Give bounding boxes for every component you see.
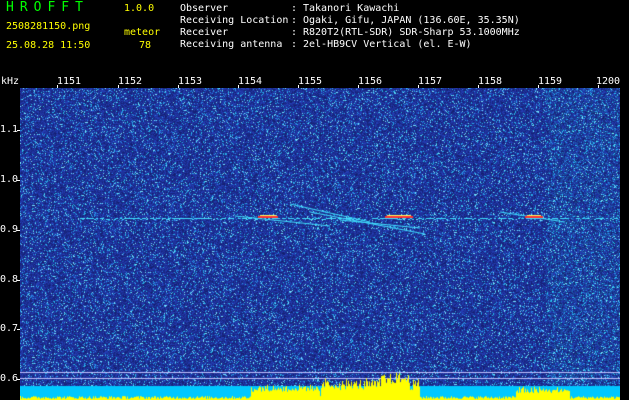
y-tick-label: 0.7 xyxy=(0,323,19,334)
x-tick-label: 1153 xyxy=(178,76,203,87)
date-time: 25.08.28 11:50 xyxy=(6,40,91,51)
location-label: Receiving Location xyxy=(180,15,289,26)
x-tick-label: 1151 xyxy=(57,76,82,87)
colon-separator: : xyxy=(291,15,298,26)
y-tick-label: 0.6 xyxy=(0,373,19,384)
y-tick-label: 1.0 xyxy=(0,174,19,185)
x-tick-label: 1154 xyxy=(238,76,263,87)
x-tick-label: 1156 xyxy=(358,76,383,87)
app-version: 1.0.0 xyxy=(124,3,155,14)
time-axis: 1151 1152 1153 1154 1155 1156 1157 1158 … xyxy=(20,76,620,88)
spectrogram-canvas xyxy=(20,88,620,400)
y-tick-label: 0.8 xyxy=(0,274,19,285)
spectrogram-waterfall xyxy=(20,88,620,400)
antenna-label: Receiving antenna xyxy=(180,39,283,50)
mode-label: meteor xyxy=(124,27,161,38)
x-tick-label: 1155 xyxy=(298,76,323,87)
observer-value: Takanori Kawachi xyxy=(303,3,400,14)
observer-label: Observer xyxy=(180,3,229,14)
x-tick-label: 1152 xyxy=(118,76,143,87)
y-axis-unit: kHz xyxy=(1,76,20,87)
hrofft-window: HROFFT 1.0.0 2508281150.png 25.08.28 11:… xyxy=(0,0,629,400)
colon-separator: : xyxy=(291,3,298,14)
receiver-value: R820T2(RTL-SDR) SDR-Sharp 53.1000MHz xyxy=(303,27,520,38)
y-tick-label: 0.9 xyxy=(0,224,19,235)
location-value: Ogaki, Gifu, JAPAN (136.60E, 35.35N) xyxy=(303,15,520,26)
x-tick-label: 1157 xyxy=(418,76,443,87)
app-title: HROFFT xyxy=(6,0,89,15)
x-tick-label: 1200 xyxy=(596,76,621,87)
colon-separator: : xyxy=(291,27,298,38)
file-name: 2508281150.png xyxy=(6,21,91,32)
receiver-label: Receiver xyxy=(180,27,229,38)
colon-separator: : xyxy=(291,39,298,50)
x-tick-label: 1159 xyxy=(538,76,563,87)
y-tick-label: 1.1 xyxy=(0,124,19,135)
count-value: 78 xyxy=(139,40,152,51)
antenna-value: 2el-HB9CV Vertical (el. E-W) xyxy=(303,39,472,50)
x-tick-label: 1158 xyxy=(478,76,503,87)
